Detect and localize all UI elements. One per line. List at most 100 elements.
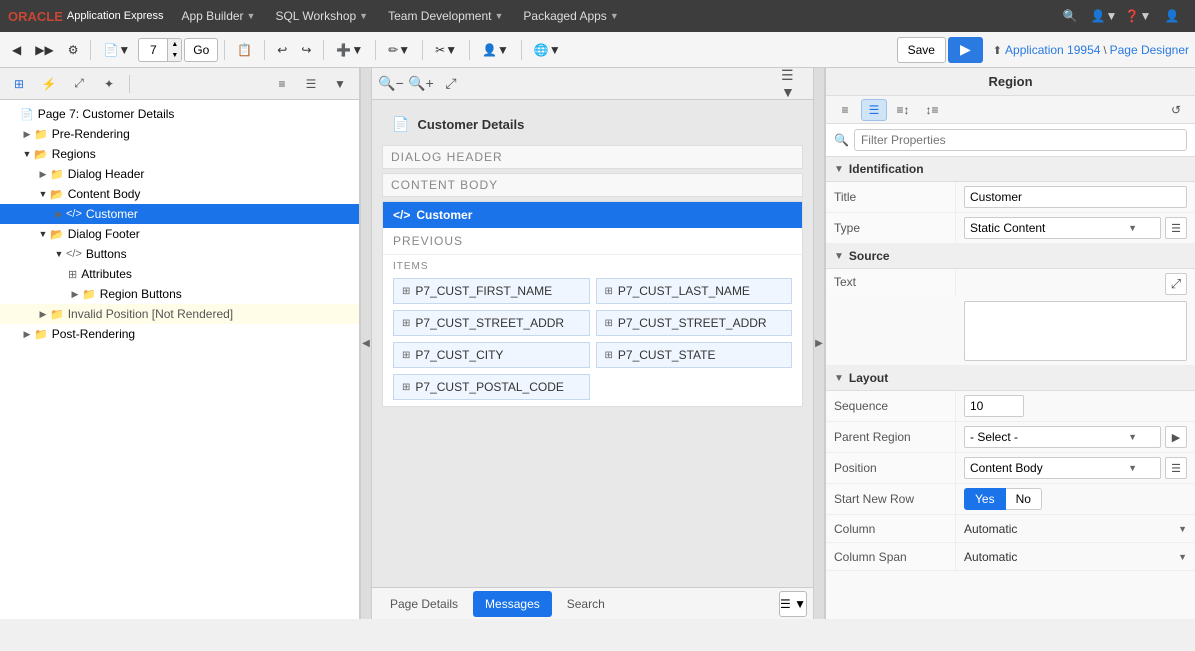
post-rendering-toggle[interactable]: ▶ [20, 327, 34, 341]
tree-region-buttons[interactable]: ▶ 📁 Region Buttons [0, 284, 359, 304]
content-body-toggle[interactable]: ▼ [36, 187, 50, 201]
buttons-toggle[interactable]: ▼ [52, 247, 66, 261]
left-collapse-arrow[interactable]: ◀ [360, 68, 372, 619]
help-icon-btn[interactable]: ❓▼ [1123, 2, 1153, 30]
page-num-up[interactable]: ▲ [167, 39, 181, 50]
sequence-input[interactable] [964, 395, 1024, 417]
item-p7-street1[interactable]: ⊞ P7_CUST_STREET_ADDR [393, 310, 590, 336]
no-btn[interactable]: No [1006, 488, 1042, 510]
left-tb-list2-icon[interactable]: ☰ [298, 72, 324, 96]
tree-page-title[interactable]: 📄 Page 7: Customer Details [0, 104, 359, 124]
redo-btn[interactable]: ↪ [295, 37, 317, 63]
page-number-input[interactable]: 7 [139, 43, 167, 57]
undo-btn[interactable]: ↩ [271, 37, 293, 63]
section-source[interactable]: ▼ Source [826, 244, 1195, 269]
item-p7-first-name[interactable]: ⊞ P7_CUST_FIRST_NAME [393, 278, 590, 304]
position-info-btn[interactable]: ☰ [1165, 457, 1187, 479]
regions-toggle[interactable]: ▼ [20, 147, 34, 161]
file-btn[interactable]: 📄▼ [97, 37, 136, 63]
parent-region-nav-btn[interactable]: ▶ [1165, 426, 1187, 448]
tab-messages[interactable]: Messages [473, 591, 552, 617]
zoom-in-icon[interactable]: 🔍+ [408, 72, 434, 96]
nav-app-builder[interactable]: App Builder ▼ [172, 0, 266, 32]
pre-rendering-toggle[interactable]: ▶ [20, 127, 34, 141]
text-expand-btn[interactable]: ⤢ [1165, 273, 1187, 295]
right-tb-icon2[interactable]: ☰ [861, 99, 887, 121]
tree-content-body[interactable]: ▼ 📂 Content Body [0, 184, 359, 204]
customer-region-header[interactable]: </> Customer [383, 202, 802, 228]
settings-btn[interactable]: ⚙ [62, 37, 85, 63]
user-btn[interactable]: 👤▼ [476, 37, 515, 63]
right-tb-icon4[interactable]: ↕≡ [919, 99, 945, 121]
right-collapse-arrow[interactable]: ▶ [813, 68, 825, 619]
tree-dialog-header[interactable]: ▶ 📁 Dialog Header [0, 164, 359, 184]
item-p7-city[interactable]: ⊞ P7_CUST_CITY [393, 342, 590, 368]
nav-sql-workshop[interactable]: SQL Workshop ▼ [265, 0, 378, 32]
back-btn[interactable]: ◀ [6, 37, 27, 63]
add-btn[interactable]: ➕▼ [330, 37, 369, 63]
left-tb-expand-icon[interactable]: ⤢ [66, 72, 92, 96]
right-tb-icon1[interactable]: ≡ [832, 99, 858, 121]
dialog-footer-toggle[interactable]: ▼ [36, 227, 50, 241]
folder-icon: 📁 [34, 128, 48, 141]
left-tb-menu-icon[interactable]: ▼ [327, 72, 353, 96]
forward-btn[interactable]: ▶▶ [29, 37, 59, 63]
scissors-btn[interactable]: ✂▼ [429, 37, 463, 63]
right-tb-more-icon[interactable]: ↺ [1163, 99, 1189, 121]
type-info-btn[interactable]: ☰ [1165, 217, 1187, 239]
run-button[interactable]: ▶ [948, 37, 983, 63]
nav-team-development[interactable]: Team Development ▼ [378, 0, 513, 32]
zoom-out-icon[interactable]: 🔍− [378, 72, 404, 96]
tab-search[interactable]: Search [555, 591, 617, 617]
tree-post-rendering[interactable]: ▶ 📁 Post-Rendering [0, 324, 359, 344]
page-num-down[interactable]: ▼ [167, 50, 181, 61]
region-buttons-label: Region Buttons [100, 287, 182, 301]
prop-text: Text ⤢ [826, 269, 1195, 366]
customer-toggle[interactable]: ▶ [52, 207, 66, 221]
dialog-header-toggle[interactable]: ▶ [36, 167, 50, 181]
center-menu-icon[interactable]: ☰ ▼ [781, 72, 807, 96]
nav-packaged-apps-chevron: ▼ [610, 11, 619, 21]
section-layout[interactable]: ▼ Layout [826, 366, 1195, 391]
tree-pre-rendering[interactable]: ▶ 📁 Pre-Rendering [0, 124, 359, 144]
theme-btn[interactable]: 🌐▼ [528, 37, 567, 63]
right-tb-icon3[interactable]: ≡↕ [890, 99, 916, 121]
item-p7-postal[interactable]: ⊞ P7_CUST_POSTAL_CODE [393, 374, 590, 400]
bottom-menu-btn[interactable]: ☰ ▼ [779, 591, 807, 617]
expand-icon[interactable]: ⤢ [438, 72, 464, 96]
region-buttons-toggle[interactable]: ▶ [68, 287, 82, 301]
position-select[interactable]: Content Body [964, 457, 1161, 479]
edit-mode-btn[interactable]: ✏▼ [382, 37, 416, 63]
item-label-7: P7_CUST_POSTAL_CODE [415, 380, 564, 394]
type-select[interactable]: Static Content [964, 217, 1161, 239]
title-input[interactable] [964, 186, 1187, 208]
item-p7-last-name[interactable]: ⊞ P7_CUST_LAST_NAME [596, 278, 793, 304]
nav-packaged-apps[interactable]: Packaged Apps ▼ [513, 0, 628, 32]
text-textarea[interactable] [964, 301, 1187, 361]
parent-region-select[interactable]: - Select - [964, 426, 1161, 448]
invalid-toggle[interactable]: ▶ [36, 307, 50, 321]
left-tb-layout-icon[interactable]: ⊞ [6, 72, 32, 96]
profile-icon-btn[interactable]: 👤 [1157, 2, 1187, 30]
left-tb-list-icon[interactable]: ≡ [269, 72, 295, 96]
item-p7-state[interactable]: ⊞ P7_CUST_STATE [596, 342, 793, 368]
tab-page-details[interactable]: Page Details [378, 591, 470, 617]
tree-regions[interactable]: ▼ 📂 Regions [0, 144, 359, 164]
tree-customer[interactable]: ▶ </> Customer [0, 204, 359, 224]
go-button[interactable]: Go [184, 38, 218, 62]
tree-dialog-footer[interactable]: ▼ 📂 Dialog Footer [0, 224, 359, 244]
left-tb-star-icon[interactable]: ✦ [96, 72, 122, 96]
tree-invalid-position[interactable]: ▶ 📁 Invalid Position [Not Rendered] [0, 304, 359, 324]
save-button[interactable]: Save [897, 37, 946, 63]
user-icon-btn[interactable]: 👤▼ [1089, 2, 1119, 30]
item-p7-street2[interactable]: ⊞ P7_CUST_STREET_ADDR [596, 310, 793, 336]
clipboard-btn[interactable]: 📋 [231, 37, 258, 63]
section-identification[interactable]: ▼ Identification [826, 157, 1195, 182]
tree-buttons[interactable]: ▼ </> Buttons [0, 244, 359, 264]
tree-attributes[interactable]: ⊞ Attributes [0, 264, 359, 284]
filter-input[interactable] [854, 129, 1187, 151]
left-tb-flash-icon[interactable]: ⚡ [36, 72, 62, 96]
yes-btn[interactable]: Yes [964, 488, 1006, 510]
prop-column: Column Automatic ▼ [826, 515, 1195, 543]
search-icon-btn[interactable]: 🔍 [1055, 2, 1085, 30]
